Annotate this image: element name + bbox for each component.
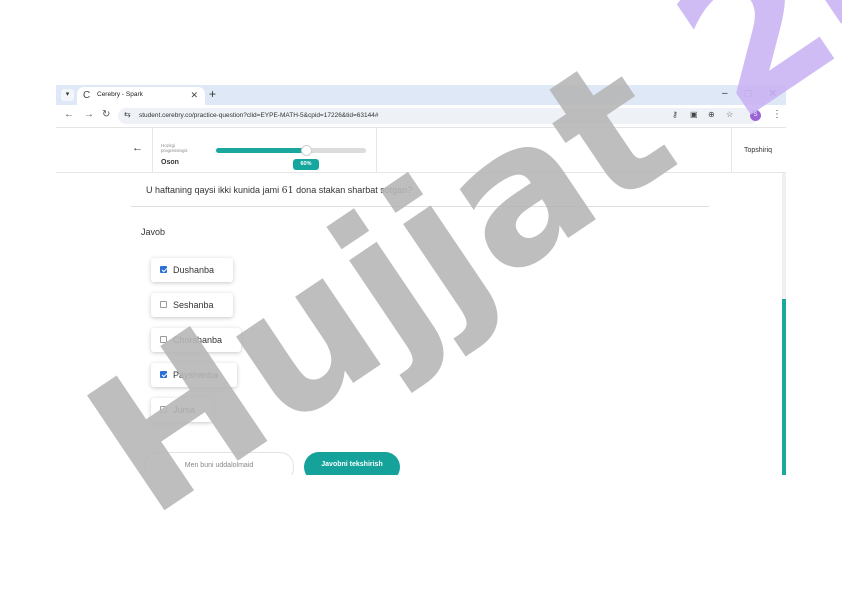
browser-tab[interactable]: C Cerebry - Spark ✕ <box>77 87 205 105</box>
question-text: U haftaning qaysi ikki kunida jami 61 do… <box>146 185 412 196</box>
question-divider <box>131 206 709 207</box>
submit-task-button[interactable]: Topshiriq <box>744 147 772 154</box>
address-bar[interactable]: ⇆ student.cerebry.co/practice-question?c… <box>118 108 758 124</box>
tab-search-icon[interactable]: ▾ <box>61 89 74 101</box>
option-label: Chorshanba <box>173 335 223 345</box>
site-info-icon[interactable]: ⇆ <box>124 110 131 119</box>
url-text[interactable]: student.cerebry.co/practice-question?cli… <box>139 112 379 119</box>
progress-fill <box>216 148 306 153</box>
back-icon[interactable]: ← <box>64 109 74 120</box>
profile-avatar[interactable]: S <box>750 110 761 121</box>
translate-icon[interactable]: ▣ <box>690 110 698 119</box>
option-checkbox[interactable] <box>160 336 167 343</box>
progress-status-value: Oson <box>161 159 179 166</box>
kebab-menu-icon[interactable]: ⋮ <box>772 109 782 120</box>
cerebry-logo-icon: C <box>83 90 91 101</box>
option-label: Dushanba <box>173 265 215 275</box>
page-scrollbar[interactable] <box>782 173 786 475</box>
forward-icon[interactable]: → <box>84 109 94 120</box>
progress-status-label: Hozirgi progressingiz <box>161 143 188 153</box>
reload-icon[interactable]: ↻ <box>102 109 110 120</box>
question-number: 61 <box>281 185 294 196</box>
option-checkbox[interactable] <box>160 371 167 378</box>
skip-button-label: Men buni uddalolmaid <box>184 462 254 469</box>
progress-percent-badge: 60% <box>293 159 319 170</box>
question-text-after: dona stakan sharbat sotgan? <box>293 185 413 195</box>
option-label: Juma <box>173 405 196 415</box>
skip-button[interactable]: Men buni uddalolmaid <box>144 452 294 475</box>
key-icon[interactable]: ⚷ <box>672 110 678 119</box>
option-checkbox[interactable] <box>160 266 167 273</box>
restore-icon[interactable]: ❐ <box>744 89 752 100</box>
app-header: ← Hozirgi progressingiz Oson 60% Topshir… <box>56 128 786 173</box>
tab-close-icon[interactable]: ✕ <box>190 90 198 100</box>
scrollbar-thumb[interactable] <box>782 299 786 475</box>
option-checkbox[interactable] <box>160 406 167 413</box>
star-icon[interactable]: ☆ <box>726 110 733 119</box>
option-payshanba[interactable]: Payshanba <box>151 363 237 387</box>
option-juma[interactable]: Juma <box>151 398 213 422</box>
window-close-icon[interactable]: ✕ <box>768 87 777 100</box>
tab-strip: ▾ C Cerebry - Spark ✕ + – ❐ ✕ <box>56 85 786 105</box>
header-divider <box>731 128 732 172</box>
answer-label: Javob <box>141 227 166 237</box>
option-seshanba[interactable]: Seshanba <box>151 293 233 317</box>
check-answer-button[interactable]: Javobni tekshirish <box>304 452 400 475</box>
tab-title: Cerebry - Spark <box>97 91 143 98</box>
progress-knob <box>300 145 312 156</box>
progress-bar <box>216 148 366 153</box>
zoom-icon[interactable]: ⊕ <box>708 110 715 119</box>
browser-toolbar: ← → ↻ ⇆ student.cerebry.co/practice-ques… <box>56 105 786 128</box>
minimize-icon[interactable]: – <box>722 88 728 99</box>
option-checkbox[interactable] <box>160 301 167 308</box>
browser-window: ▾ C Cerebry - Spark ✕ + – ❐ ✕ ← → ↻ ⇆ st… <box>56 85 786 475</box>
new-tab-icon[interactable]: + <box>209 88 216 101</box>
back-arrow-icon[interactable]: ← <box>132 142 143 154</box>
option-dushanba[interactable]: Dushanba <box>151 258 233 282</box>
option-label: Payshanba <box>173 370 219 380</box>
option-chorshanba[interactable]: Chorshanba <box>151 328 241 352</box>
check-answer-label: Javobni tekshirish <box>321 461 383 468</box>
question-text-before: U haftaning qaysi ikki kunida jami <box>146 185 282 195</box>
header-divider <box>376 128 377 172</box>
option-label: Seshanba <box>173 300 214 310</box>
header-divider <box>152 128 153 172</box>
